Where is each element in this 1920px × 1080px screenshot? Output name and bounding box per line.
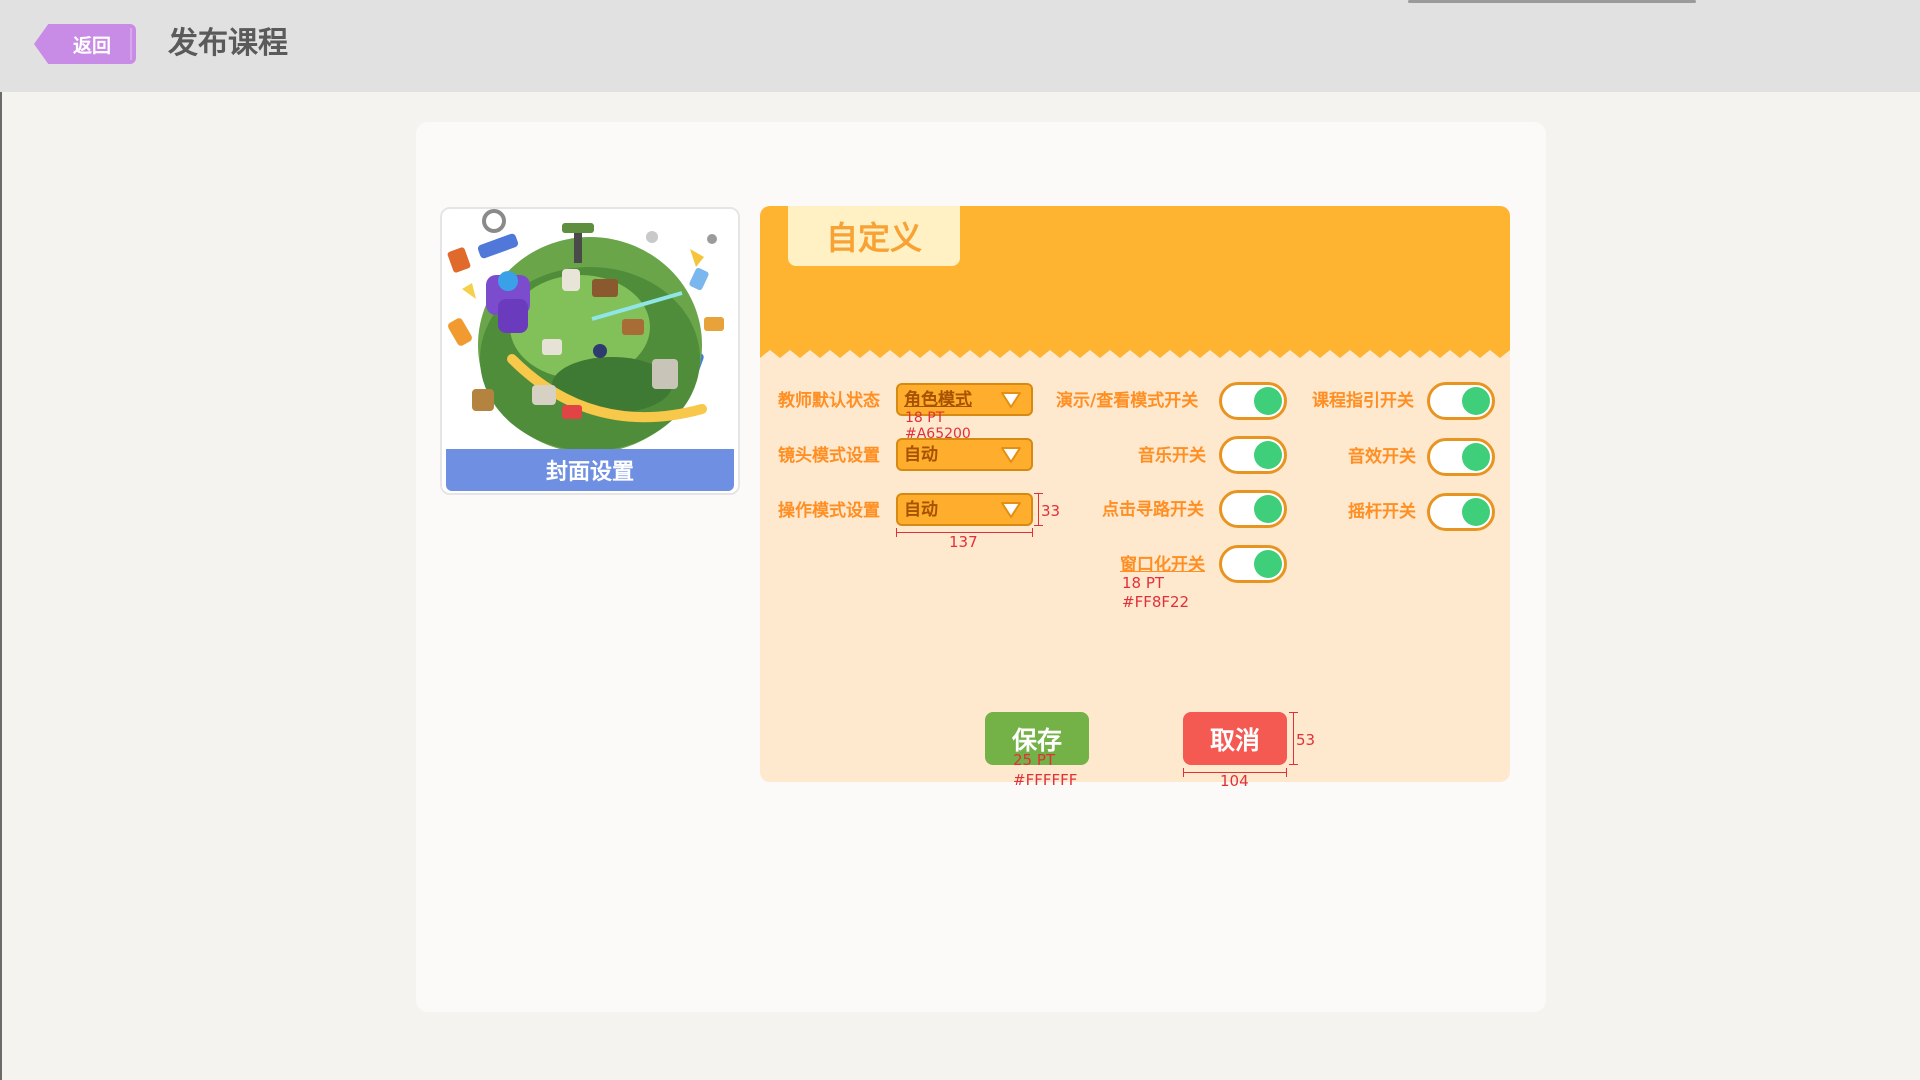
demo-view-mode-toggle-label: 演示/查看模式开关 [1056, 391, 1199, 411]
cancel-button[interactable]: 取消 [1183, 712, 1287, 765]
annotation-dropdown-color: #A65200 [905, 426, 971, 442]
annotation-button-font-size: 25 PT [1013, 751, 1056, 769]
annotation-width-cap-left [896, 528, 897, 537]
annotation-label-color: #FF8F22 [1122, 593, 1190, 611]
page-title: 发布课程 [168, 26, 288, 61]
demo-view-mode-toggle[interactable] [1219, 382, 1287, 420]
window-left-border [0, 84, 2, 1080]
top-scroll-indicator[interactable] [1408, 0, 1696, 3]
windowed-toggle[interactable] [1219, 545, 1287, 583]
sound-effects-toggle[interactable] [1427, 438, 1495, 476]
toggle-knob [1254, 550, 1282, 578]
toggle-knob [1462, 387, 1490, 415]
annotation-dropdown-height: 33 [1041, 502, 1061, 520]
annotation-label-font-size: 18 PT [1122, 574, 1165, 592]
annotation-width-cap-right [1032, 528, 1033, 537]
back-button[interactable]: 返回 [34, 24, 136, 64]
cover-settings-label[interactable]: 封面设置 [446, 449, 734, 491]
camera-mode-value: 自动 [904, 445, 938, 465]
annotation-height-line [1038, 493, 1039, 526]
tab-custom[interactable]: 自定义 [788, 206, 960, 266]
operation-mode-dropdown[interactable]: 自动 [896, 493, 1033, 526]
teacher-default-state-label: 教师默认状态 [778, 391, 880, 411]
annotation-button-height-cap-bottom [1289, 764, 1298, 765]
toggle-knob [1254, 495, 1282, 523]
camera-mode-label: 镜头模式设置 [778, 446, 880, 466]
header-zigzag-edge [0, 76, 1920, 90]
top-header: 返回 发布课程 [0, 0, 1920, 92]
back-button-label: 返回 [72, 34, 111, 57]
toggle-knob [1254, 387, 1282, 415]
chevron-down-icon [1001, 447, 1021, 463]
joystick-toggle-label: 摇杆开关 [1348, 502, 1416, 522]
windowed-toggle-label: 窗口化开关 [1120, 555, 1205, 575]
cover-settings-card[interactable]: 封面设置 [440, 207, 740, 495]
annotation-dropdown-font-size: 18 PT [905, 410, 945, 426]
annotation-height-cap-bottom [1034, 525, 1043, 526]
chevron-down-icon [1001, 502, 1021, 518]
custom-settings-panel: 自定义 [760, 206, 1510, 782]
toggle-knob [1254, 441, 1282, 469]
operation-mode-label: 操作模式设置 [778, 501, 880, 521]
annotation-button-color: #FFFFFF [1013, 771, 1078, 789]
annotation-button-height-cap-top [1289, 712, 1298, 713]
chevron-down-icon [1001, 392, 1021, 408]
toggle-knob [1462, 443, 1490, 471]
joystick-toggle[interactable] [1427, 493, 1495, 531]
annotation-button-width: 104 [1220, 772, 1249, 790]
course-guide-toggle[interactable] [1427, 382, 1495, 420]
operation-mode-value: 自动 [904, 500, 938, 520]
annotation-button-width-cap-left [1183, 768, 1184, 777]
sound-effects-toggle-label: 音效开关 [1348, 447, 1416, 467]
click-pathfinding-toggle-label: 点击寻路开关 [1102, 500, 1204, 520]
music-toggle-label: 音乐开关 [1138, 446, 1206, 466]
annotation-dropdown-width: 137 [949, 533, 978, 551]
toggle-knob [1462, 498, 1490, 526]
annotation-button-height-line [1293, 712, 1294, 765]
annotation-button-width-cap-right [1286, 768, 1287, 777]
teacher-default-state-value: 角色模式 [904, 390, 972, 410]
course-guide-toggle-label: 课程指引开关 [1312, 391, 1414, 411]
annotation-button-height: 53 [1296, 731, 1316, 749]
click-pathfinding-toggle[interactable] [1219, 490, 1287, 528]
annotation-height-cap-top [1034, 493, 1043, 494]
music-toggle[interactable] [1219, 436, 1287, 474]
